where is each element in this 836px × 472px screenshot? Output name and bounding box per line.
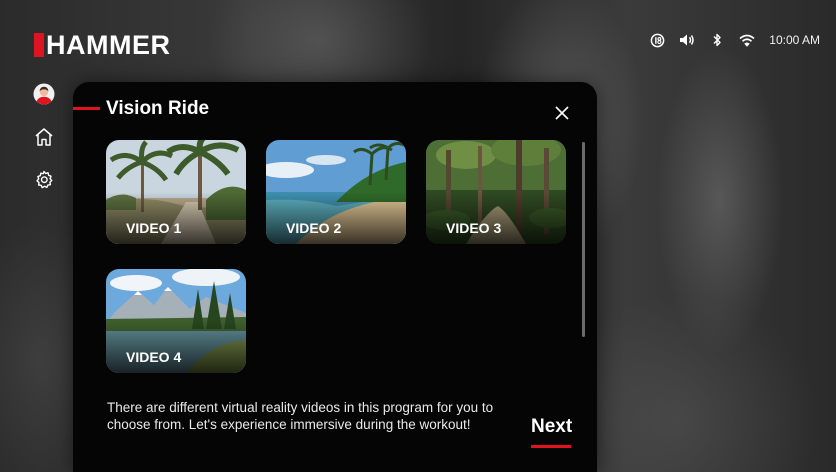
logo-red-bar — [34, 33, 44, 57]
gear-icon — [36, 170, 53, 189]
wifi-icon[interactable] — [739, 32, 755, 48]
video-card-3[interactable]: VIDEO 3 — [426, 140, 566, 244]
close-button[interactable] — [551, 102, 573, 124]
sidebar-item-home[interactable] — [30, 123, 58, 151]
volume-icon[interactable] — [679, 32, 695, 48]
scrollbar[interactable] — [582, 142, 585, 337]
thumbnail-shade — [106, 321, 246, 373]
avatar-icon — [33, 83, 55, 105]
video-label: VIDEO 4 — [126, 349, 182, 365]
video-card-2[interactable]: VIDEO 2 — [266, 140, 406, 244]
description-text: There are different virtual reality vide… — [107, 400, 494, 432]
video-label: VIDEO 2 — [286, 220, 342, 236]
sidebar-item-settings[interactable] — [30, 166, 58, 194]
next-button-underline — [531, 445, 571, 448]
sidebar-item-profile[interactable] — [30, 80, 58, 108]
bluetooth-icon[interactable] — [709, 32, 725, 48]
hammer-logo: HAMMER — [34, 30, 171, 60]
thumbnail-shade — [266, 192, 406, 244]
sidebar — [30, 80, 60, 209]
video-card-1[interactable]: VIDEO 1 — [106, 140, 246, 244]
thumbnail-shade — [106, 192, 246, 244]
home-icon — [35, 128, 53, 146]
logo-text: HAMMER — [46, 30, 171, 60]
video-label: VIDEO 1 — [126, 220, 182, 236]
close-icon — [555, 106, 569, 120]
notification-badge-icon[interactable] — [649, 32, 665, 48]
thumbnail-shade — [426, 192, 566, 244]
status-bar: 10:00 AM — [649, 30, 820, 50]
vision-ride-dialog: Vision Ride VIDEO 1 VIDEO 2 VIDEO 3 VIDE… — [73, 82, 597, 472]
video-card-4[interactable]: VIDEO 4 — [106, 269, 246, 373]
next-button[interactable]: Next — [531, 416, 572, 438]
title-accent-line — [73, 107, 100, 110]
clock-time: 10:00 AM — [769, 33, 820, 47]
dialog-title: Vision Ride — [106, 98, 210, 119]
video-label: VIDEO 3 — [446, 220, 502, 236]
